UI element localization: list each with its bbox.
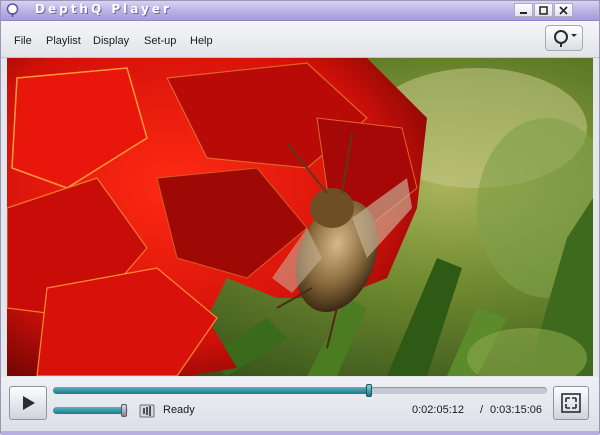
video-area[interactable] (7, 58, 593, 376)
app-logo-icon (6, 3, 19, 17)
minimize-button[interactable] (514, 3, 533, 17)
menu-file[interactable]: File (14, 35, 32, 47)
close-button[interactable] (554, 3, 573, 17)
menu-help[interactable]: Help (190, 35, 213, 47)
playback-controls: Ready 0:02:05:12 / 0:03:15:06 (1, 377, 599, 433)
menu-setup[interactable]: Set-up (144, 35, 176, 47)
seek-bar[interactable] (53, 384, 547, 397)
menu-playlist[interactable]: Playlist (46, 35, 81, 47)
close-icon (559, 5, 568, 15)
magnifier-dropdown-icon (554, 30, 577, 47)
status-text: Ready (163, 404, 195, 416)
minimize-icon (520, 11, 527, 14)
volume-handle[interactable] (120, 404, 127, 417)
menu-bar: File Playlist Display Set-up Help (1, 21, 599, 58)
volume-level (53, 407, 124, 414)
fullscreen-icon (561, 393, 581, 413)
total-time: 0:03:15:06 (490, 404, 542, 416)
title-bar[interactable]: DepthQ Player (1, 1, 599, 21)
play-icon (23, 396, 35, 410)
video-frame (7, 58, 593, 376)
menu-display[interactable]: Display (93, 35, 129, 47)
play-button[interactable] (9, 386, 47, 420)
maximize-button[interactable] (534, 3, 553, 17)
speaker-icon[interactable] (139, 403, 155, 419)
time-separator: / (480, 404, 484, 416)
search-button[interactable] (545, 25, 583, 51)
window-bottom-border (1, 431, 599, 435)
volume-slider[interactable] (53, 404, 128, 417)
player-window: DepthQ Player File Playlist Display Set-… (0, 0, 600, 435)
window-title: DepthQ Player (35, 2, 172, 16)
seek-handle[interactable] (366, 384, 373, 397)
seek-progress (53, 387, 370, 394)
fullscreen-button[interactable] (553, 386, 589, 420)
current-time: 0:02:05:12 (412, 404, 464, 416)
maximize-icon (539, 5, 548, 15)
